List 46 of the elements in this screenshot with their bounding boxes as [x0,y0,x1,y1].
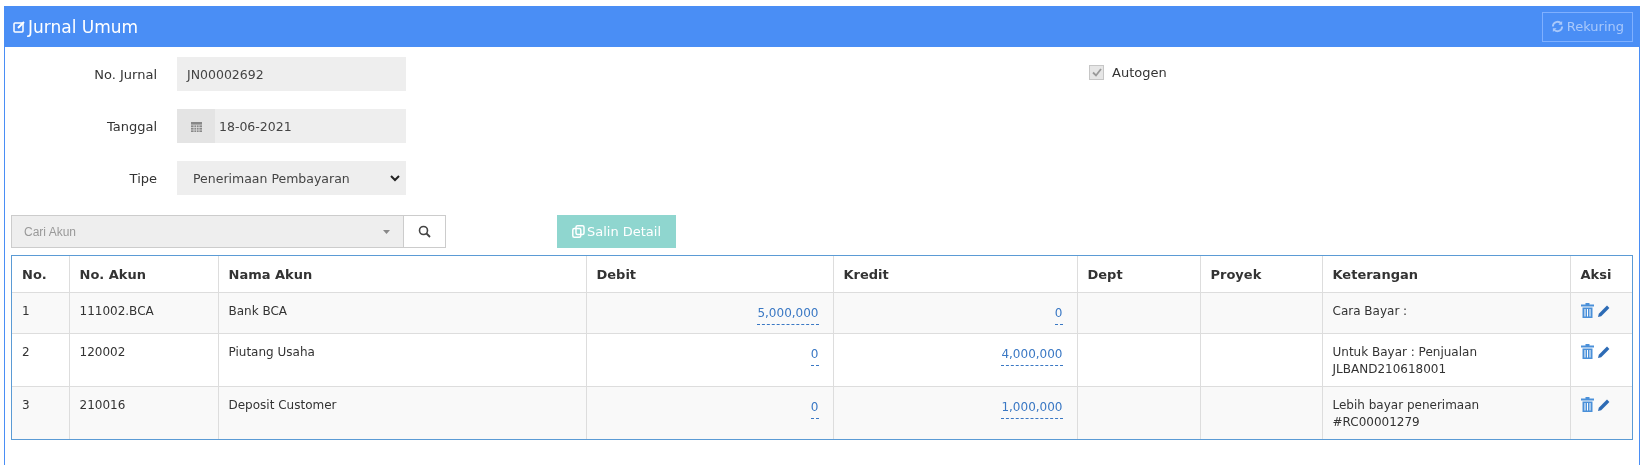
table-cell: Deposit Customer [218,386,586,439]
column-header: Debit [586,256,833,293]
credit-amount-link[interactable]: 0 [1054,305,1063,325]
column-header: Kredit [833,256,1077,293]
column-header: No. Akun [69,256,218,293]
credit-amount-link[interactable]: 1,000,000 [1001,399,1063,419]
column-header: Dept [1077,256,1200,293]
column-header: No. [12,256,69,293]
caret-icon [383,229,390,234]
table-cell: 210016 [69,386,218,439]
date-field[interactable]: 18-06-2021 [177,109,406,143]
debit-amount-link[interactable]: 0 [810,346,819,366]
search-button[interactable] [404,215,446,248]
pencil-icon[interactable] [1596,303,1611,318]
table-cell: 3 [12,386,69,439]
chevron-down-icon [390,174,400,182]
column-header: Nama Akun [218,256,586,293]
calendar-icon [190,120,202,132]
column-header: Keterangan [1322,256,1570,293]
trash-icon[interactable] [1580,303,1594,318]
pencil-icon[interactable] [1596,344,1611,359]
panel-title: Jurnal Umum [28,16,139,37]
table-cell: Cara Bayar : [1322,292,1570,334]
debit-amount-link[interactable]: 0 [810,399,819,419]
credit-amount-link[interactable]: 4,000,000 [1001,346,1063,366]
journal-number-field[interactable]: JN00002692 [177,57,406,91]
search-icon [418,225,431,238]
field-label: Tanggal [105,118,158,134]
column-header: Aksi [1570,256,1632,293]
copy-icon [571,225,585,238]
account-search-dropdown[interactable]: Cari Akun [11,215,404,248]
column-header: Proyek [1200,256,1322,293]
field-label: No. Jurnal [93,66,158,82]
table-cell: 1 [12,292,69,334]
pencil-icon[interactable] [1596,397,1611,412]
debit-amount-link[interactable]: 5,000,000 [757,305,819,325]
table-cell: Lebih bayar penerimaan #RC00001279 [1322,386,1570,439]
checkbox-label: Autogen [1112,65,1167,80]
type-dropdown[interactable]: Penerimaan Pembayaran [177,161,406,195]
table-cell: 111002.BCA [69,292,218,334]
field-label: Tipe [128,170,158,186]
trash-icon[interactable] [1580,397,1594,412]
edit-icon [13,20,25,33]
trash-icon[interactable] [1580,344,1594,359]
refresh-icon [1550,20,1564,33]
table-cell: Bank BCA [218,292,586,334]
